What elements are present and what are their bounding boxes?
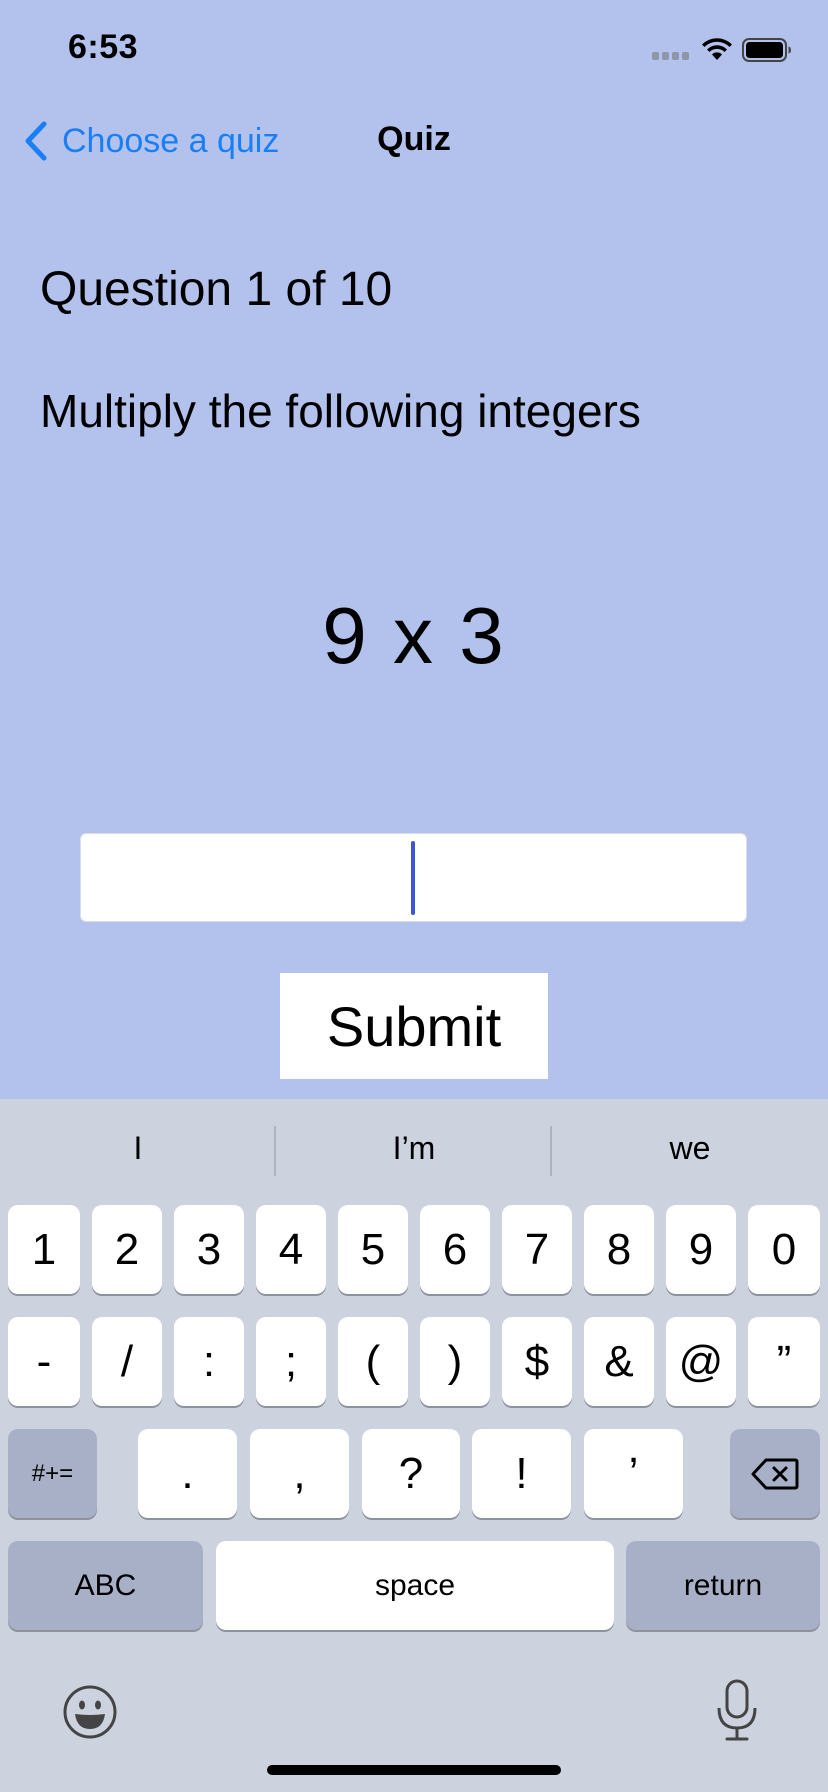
key-5[interactable]: 5 [338, 1205, 408, 1294]
delete-icon [751, 1458, 799, 1489]
key-9[interactable]: 9 [666, 1205, 736, 1294]
key-0[interactable]: 0 [748, 1205, 820, 1294]
key-apostrophe[interactable]: ’ [584, 1429, 683, 1518]
key-open-paren[interactable]: ( [338, 1317, 408, 1406]
key-2[interactable]: 2 [92, 1205, 162, 1294]
key-colon[interactable]: : [174, 1317, 244, 1406]
microphone-icon[interactable] [714, 1678, 760, 1742]
instruction-text: Multiply the following integers [40, 385, 641, 437]
abc-key[interactable]: ABC [8, 1541, 203, 1630]
key-comma[interactable]: , [250, 1429, 349, 1518]
text-cursor [411, 841, 415, 915]
key-question[interactable]: ? [362, 1429, 460, 1518]
space-key[interactable]: space [216, 1541, 614, 1630]
wifi-icon [700, 36, 734, 62]
cellular-signal-icon [652, 52, 692, 60]
prediction-3[interactable]: we [552, 1130, 828, 1167]
delete-key[interactable] [730, 1429, 820, 1518]
key-slash[interactable]: / [92, 1317, 162, 1406]
prediction-2[interactable]: I’m [276, 1130, 552, 1167]
symbols-toggle-key[interactable]: #+= [8, 1429, 97, 1518]
submit-button[interactable]: Submit [280, 973, 548, 1079]
key-exclamation[interactable]: ! [472, 1429, 571, 1518]
problem-text: 9 x 3 [322, 591, 506, 680]
key-4[interactable]: 4 [256, 1205, 326, 1294]
key-8[interactable]: 8 [584, 1205, 654, 1294]
home-indicator [267, 1765, 561, 1775]
key-period[interactable]: . [138, 1429, 237, 1518]
nav-title: Quiz [377, 120, 451, 158]
status-time: 6:53 [68, 28, 139, 66]
key-dollar[interactable]: $ [502, 1317, 572, 1406]
key-close-paren[interactable]: ) [420, 1317, 490, 1406]
key-6[interactable]: 6 [420, 1205, 490, 1294]
battery-icon [742, 38, 792, 62]
key-at[interactable]: @ [666, 1317, 736, 1406]
prediction-1[interactable]: I [0, 1130, 276, 1167]
key-3[interactable]: 3 [174, 1205, 244, 1294]
key-7[interactable]: 7 [502, 1205, 572, 1294]
emoji-icon[interactable] [62, 1684, 118, 1740]
key-1[interactable]: 1 [8, 1205, 80, 1294]
question-count: Question 1 of 10 [40, 263, 393, 316]
key-hyphen[interactable]: - [8, 1317, 80, 1406]
key-semicolon[interactable]: ; [256, 1317, 326, 1406]
return-key[interactable]: return [626, 1541, 820, 1630]
key-quote[interactable]: ” [748, 1317, 820, 1406]
key-ampersand[interactable]: & [584, 1317, 654, 1406]
